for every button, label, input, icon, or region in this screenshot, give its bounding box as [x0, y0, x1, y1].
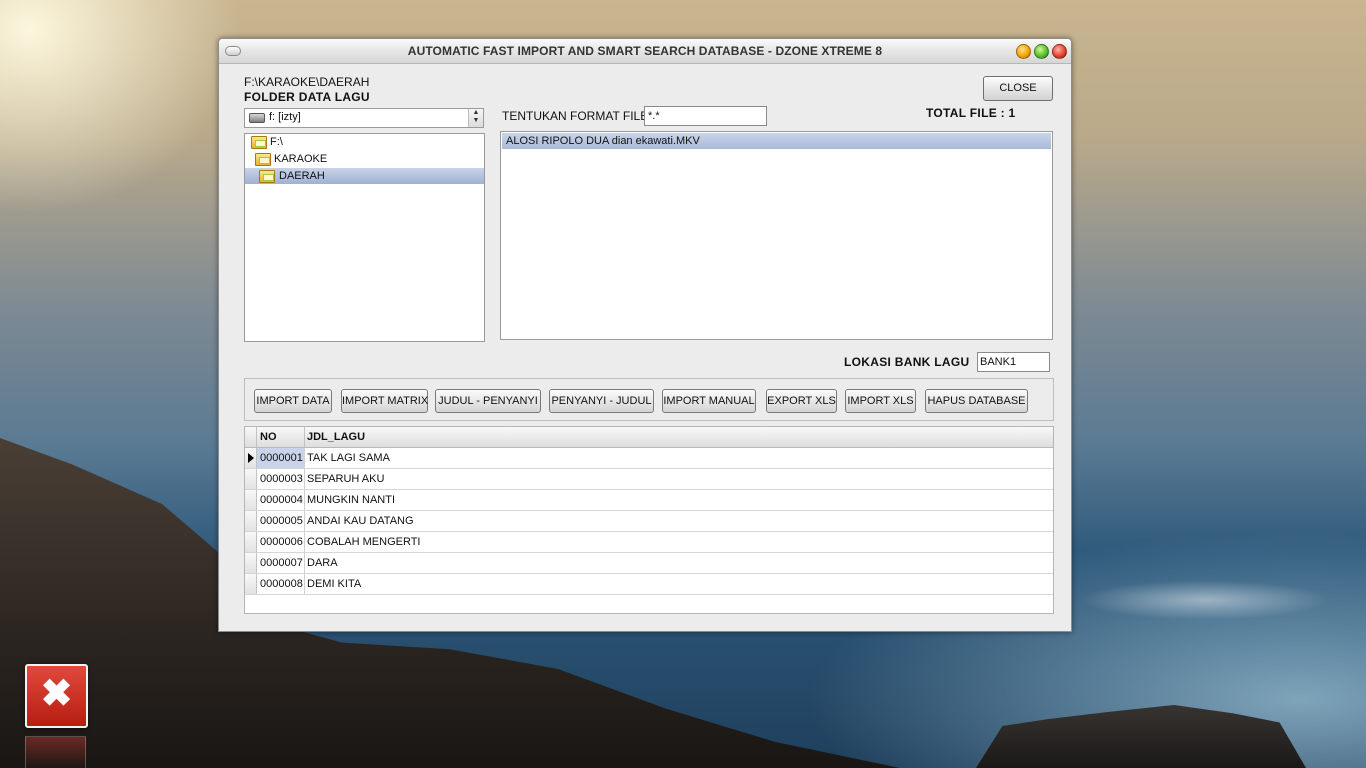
current-row-indicator-icon	[245, 448, 257, 468]
grid-header: NO JDL_LAGU	[245, 427, 1053, 448]
format-input[interactable]: *.*	[644, 106, 767, 126]
cell-jdl-lagu[interactable]: DARA	[304, 553, 1053, 573]
drive-select[interactable]: f: [izty] ▲ ▼	[244, 108, 484, 128]
cell-no[interactable]: 0000001	[257, 448, 305, 468]
cell-no[interactable]: 0000003	[257, 469, 305, 489]
tree-item-root[interactable]: F:\	[251, 134, 481, 150]
window-titlebar[interactable]: AUTOMATIC FAST IMPORT AND SMART SEARCH D…	[219, 39, 1071, 64]
row-indicator[interactable]	[245, 490, 257, 510]
row-indicator[interactable]	[245, 532, 257, 552]
penyanyi-judul-button[interactable]: PENYANYI - JUDUL	[549, 389, 654, 413]
table-row[interactable]: 0000001 TAK LAGI SAMA	[245, 448, 1053, 469]
import-matrix-button[interactable]: IMPORT MATRIX	[341, 389, 428, 413]
bank-label: LOKASI BANK LAGU	[844, 355, 970, 369]
folder-section-title: FOLDER DATA LAGU	[244, 90, 370, 104]
close-button[interactable]: CLOSE	[983, 76, 1053, 101]
song-data-grid[interactable]: NO JDL_LAGU 0000001 TAK LAGI SAMA 000000…	[244, 426, 1054, 614]
cell-jdl-lagu[interactable]: ANDAI KAU DATANG	[304, 511, 1053, 531]
maximize-icon[interactable]	[1034, 44, 1049, 59]
table-row[interactable]: 0000004 MUNGKIN NANTI	[245, 490, 1053, 511]
cell-no[interactable]: 0000007	[257, 553, 305, 573]
cell-no[interactable]: 0000006	[257, 532, 305, 552]
open-folder-icon	[251, 136, 267, 149]
close-window-icon[interactable]	[1052, 44, 1067, 59]
folder-tree[interactable]: F:\ KARAOKE DAERAH	[244, 133, 485, 342]
open-folder-icon	[259, 170, 275, 183]
cell-jdl-lagu[interactable]: COBALAH MENGERTI	[304, 532, 1053, 552]
table-row[interactable]: 0000008 DEMI KITA	[245, 574, 1053, 595]
row-indicator[interactable]	[245, 553, 257, 573]
grid-header-indicator	[245, 427, 257, 447]
tree-item-karaoke[interactable]: KARAOKE	[255, 151, 481, 167]
import-window: AUTOMATIC FAST IMPORT AND SMART SEARCH D…	[218, 38, 1072, 632]
cell-no[interactable]: 0000005	[257, 511, 305, 531]
table-row[interactable]: 0000003 SEPARUH AKU	[245, 469, 1053, 490]
close-x-icon: ✖	[40, 673, 73, 715]
spin-arrows-icon[interactable]: ▲ ▼	[468, 109, 483, 127]
tree-item-label: KARAOKE	[274, 153, 328, 165]
desktop-close-tile-reflection	[25, 736, 86, 768]
window-title: AUTOMATIC FAST IMPORT AND SMART SEARCH D…	[407, 44, 883, 58]
import-xls-button[interactable]: IMPORT XLS	[845, 389, 916, 413]
total-file-count: TOTAL FILE : 1	[926, 106, 1016, 120]
export-xls-button[interactable]: EXPORT XLS	[766, 389, 837, 413]
row-indicator[interactable]	[245, 469, 257, 489]
table-row[interactable]: 0000005 ANDAI KAU DATANG	[245, 511, 1053, 532]
table-row[interactable]: 0000006 COBALAH MENGERTI	[245, 532, 1053, 553]
row-indicator[interactable]	[245, 574, 257, 594]
desktop-close-tile[interactable]: ✖	[25, 664, 88, 728]
tree-item-daerah[interactable]: DAERAH	[245, 168, 484, 184]
bank-input[interactable]: BANK1	[977, 352, 1050, 372]
cell-jdl-lagu[interactable]: MUNGKIN NANTI	[304, 490, 1053, 510]
tree-item-label: F:\	[270, 136, 283, 148]
cell-no[interactable]: 0000008	[257, 574, 305, 594]
column-header-no[interactable]: NO	[257, 427, 305, 447]
hapus-database-button[interactable]: HAPUS DATABASE	[925, 389, 1028, 413]
judul-penyanyi-button[interactable]: JUDUL - PENYANYI	[435, 389, 541, 413]
column-header-jdl-lagu[interactable]: JDL_LAGU	[304, 427, 365, 447]
row-indicator[interactable]	[245, 511, 257, 531]
cell-jdl-lagu[interactable]: TAK LAGI SAMA	[304, 448, 1053, 468]
file-list[interactable]: ALOSI RIPOLO DUA dian ekawati.MKV	[500, 131, 1053, 340]
desktop-wallpaper-rock-right	[976, 705, 1306, 768]
current-path: F:\KARAOKE\DAERAH	[244, 75, 370, 89]
minimize-icon[interactable]	[1016, 44, 1031, 59]
open-folder-icon	[255, 153, 271, 166]
cell-jdl-lagu[interactable]: DEMI KITA	[304, 574, 1053, 594]
file-list-item[interactable]: ALOSI RIPOLO DUA dian ekawati.MKV	[502, 133, 1051, 149]
import-manual-button[interactable]: IMPORT MANUAL	[662, 389, 756, 413]
drive-select-value: f: [izty]	[269, 111, 301, 123]
cell-jdl-lagu[interactable]: SEPARUH AKU	[304, 469, 1053, 489]
format-label: TENTUKAN FORMAT FILE	[502, 109, 649, 123]
tree-item-label: DAERAH	[279, 170, 325, 182]
action-button-panel: IMPORT DATA IMPORT MATRIX JUDUL - PENYAN…	[244, 378, 1054, 421]
desktop-wallpaper-glint	[1080, 580, 1330, 620]
drive-icon	[249, 113, 265, 123]
import-data-button[interactable]: IMPORT DATA	[254, 389, 332, 413]
table-row[interactable]: 0000007 DARA	[245, 553, 1053, 574]
cell-no[interactable]: 0000004	[257, 490, 305, 510]
